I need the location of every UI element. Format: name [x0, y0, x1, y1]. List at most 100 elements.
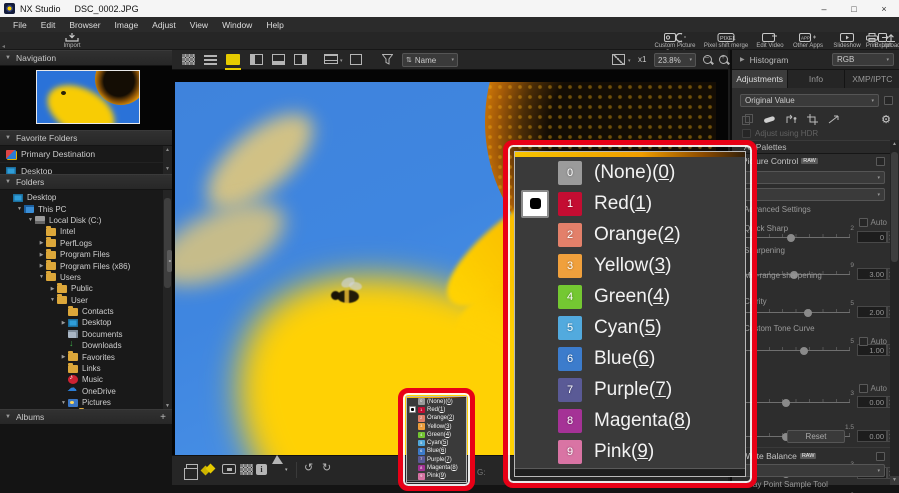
import-button[interactable]: Import	[52, 32, 92, 50]
white-balance-checkbox[interactable]	[876, 452, 885, 461]
crop-icon[interactable]	[807, 114, 819, 125]
folders-header[interactable]: ▼ Folders	[0, 174, 172, 190]
split-view-bottom-icon[interactable]	[272, 54, 285, 65]
tree-item-downloads[interactable]: Downloads	[0, 340, 172, 351]
gray-point-label[interactable]: Gray Point Sample Tool	[744, 480, 828, 489]
tree-item-favorites[interactable]: ▶Favorites	[0, 351, 172, 362]
grid-overlay-icon[interactable]	[240, 464, 253, 475]
favorite-item-primary-destination[interactable]: Primary Destination	[0, 146, 172, 163]
split-view-left-icon[interactable]	[250, 54, 263, 65]
menu-adjust[interactable]: Adjust	[145, 20, 183, 30]
rotate-left-icon[interactable]: ↺	[304, 461, 313, 474]
slider-handle[interactable]	[782, 399, 790, 407]
label-item-orange[interactable]: 2Orange(2)	[515, 219, 745, 250]
menu-edit[interactable]: Edit	[34, 20, 63, 30]
copy-adjustments-icon[interactable]	[742, 114, 754, 125]
label-item-green[interactable]: 4Green(4)	[407, 431, 466, 439]
filmstrip-dropdown-icon[interactable]: ▾	[340, 58, 343, 64]
label-item-cyan[interactable]: 5Cyan(5)	[515, 312, 745, 343]
tone-slider-1[interactable]: 3 0.00 ▲▼	[732, 396, 899, 408]
adjust-hdr-checkbox[interactable]	[742, 129, 751, 138]
single-image-icon[interactable]	[222, 464, 236, 474]
slider-value[interactable]: 2.00	[857, 306, 887, 318]
tree-item-desktop[interactable]: ▶Desktop	[0, 317, 172, 328]
tree-item-users[interactable]: ▼Users	[0, 272, 172, 283]
picture-control-checkbox[interactable]	[876, 157, 885, 166]
slider-value[interactable]: 0	[857, 231, 887, 243]
quick-sharp-slider[interactable]: 2 0 ▲▼	[732, 231, 899, 243]
slider-value[interactable]: 0.00	[857, 396, 887, 408]
menu-window[interactable]: Window	[215, 20, 259, 30]
filmstrip-icon[interactable]	[324, 54, 338, 64]
histogram-channel-dropdown[interactable]: RGB ▾	[832, 53, 894, 66]
rotate-right-icon[interactable]: ↻	[322, 461, 331, 474]
gear-icon[interactable]: ⚙	[881, 113, 891, 126]
white-balance-dropdown[interactable]: ▾	[740, 464, 885, 477]
menu-view[interactable]: View	[183, 20, 215, 30]
fullscreen-icon[interactable]	[350, 54, 362, 65]
label-item-pink[interactable]: 9Pink(9)	[515, 436, 745, 467]
favorite-item-desktop[interactable]: Desktop	[0, 163, 172, 174]
tree-item-contacts[interactable]: Contacts	[0, 306, 172, 317]
thumbnail-grid-view-icon[interactable]	[182, 54, 195, 65]
label-item-none[interactable]: 0(None)(0)	[407, 398, 466, 406]
menu-file[interactable]: File	[6, 20, 34, 30]
slider-handle[interactable]	[787, 234, 795, 242]
slider-value[interactable]: 0.00	[857, 430, 887, 442]
label-item-red[interactable]: 1Red(1)	[407, 406, 466, 414]
add-album-icon[interactable]: +	[160, 412, 166, 423]
advanced-settings-label[interactable]: Advanced Settings	[732, 205, 899, 214]
zoom-out-icon[interactable]: –	[702, 54, 713, 65]
collapse-arrow-icon[interactable]: ▼	[59, 400, 68, 406]
tab-info[interactable]: Info	[788, 70, 844, 88]
folders-scrollbar[interactable]: ▼	[163, 190, 172, 409]
favorites-scrollbar[interactable]: ▲▼	[163, 146, 172, 174]
albums-header[interactable]: ▼ Albums +	[0, 409, 172, 425]
tree-item-pictures[interactable]: ▼Pictures	[0, 397, 172, 408]
expand-arrow-icon[interactable]: ▶	[37, 240, 46, 246]
favorites-header[interactable]: ▼ Favorite Folders	[0, 130, 172, 146]
slideshow-button[interactable]: Slideshow	[830, 32, 864, 50]
info-overlay-icon[interactable]: i	[256, 464, 267, 475]
tab-adjustments[interactable]: Adjustments	[732, 70, 788, 88]
zoom-level-dropdown[interactable]: 23.8% ▾	[654, 53, 696, 67]
tree-item-perflogs[interactable]: ▶PerfLogs	[0, 238, 172, 249]
label-item-magenta[interactable]: 8Magenta(8)	[407, 464, 466, 472]
tree-item-onedrive[interactable]: OneDrive	[0, 386, 172, 397]
maximize-icon[interactable]: □	[839, 4, 869, 14]
menu-help[interactable]: Help	[259, 20, 290, 30]
fit-to-screen-icon[interactable]	[612, 54, 625, 65]
picture-control-preset-dropdown[interactable]: ▾	[740, 188, 885, 201]
label-item-red[interactable]: 1Red(1)	[515, 188, 745, 219]
tree-item-program-files[interactable]: ▶Program Files	[0, 249, 172, 260]
collapse-arrow-icon[interactable]: ▼	[26, 217, 35, 223]
retouch-brush-icon[interactable]	[763, 114, 776, 125]
expand-arrow-icon[interactable]: ▶	[37, 263, 46, 269]
edit-steps-icon[interactable]	[785, 114, 798, 125]
collapse-arrow-icon[interactable]: ▼	[48, 297, 57, 303]
label-item-green[interactable]: 4Green(4)	[515, 281, 745, 312]
slider-handle[interactable]	[804, 309, 812, 317]
tree-item-links[interactable]: Links	[0, 363, 172, 374]
scroll-down-icon[interactable]: ▼	[890, 476, 899, 485]
label-item-magenta[interactable]: 8Magenta(8)	[515, 405, 745, 436]
tree-item-local-disk-c-[interactable]: ▼Local Disk (C:)	[0, 215, 172, 226]
label-item-blue[interactable]: 6Blue(6)	[515, 343, 745, 374]
compare-checkbox[interactable]	[884, 96, 893, 105]
tree-item-music[interactable]: Music	[0, 374, 172, 385]
close-icon[interactable]: ×	[869, 4, 899, 14]
minimize-icon[interactable]: –	[809, 4, 839, 14]
other-apps-button[interactable]: APP Other Apps	[790, 32, 826, 50]
expand-arrow-icon[interactable]: ▶	[59, 354, 68, 360]
expand-arrow-icon[interactable]: ▶	[59, 320, 68, 326]
sort-dropdown[interactable]: ⇅ Name ▾	[402, 53, 458, 67]
label-item-pink[interactable]: 9Pink(9)	[407, 472, 466, 480]
pixel-shift-merge-button[interactable]: PIXEL Pixel shift merge	[702, 32, 750, 50]
straighten-icon[interactable]	[828, 114, 840, 125]
tree-item-this-pc[interactable]: ▼This PC	[0, 203, 172, 214]
label-item-yellow[interactable]: 3Yellow(3)	[407, 422, 466, 430]
collapse-arrow-icon[interactable]: ▼	[37, 274, 46, 280]
reset-button[interactable]: Reset	[787, 430, 845, 443]
collapse-arrow-icon[interactable]: ▼	[15, 206, 24, 212]
auto-checkbox[interactable]	[859, 218, 868, 227]
